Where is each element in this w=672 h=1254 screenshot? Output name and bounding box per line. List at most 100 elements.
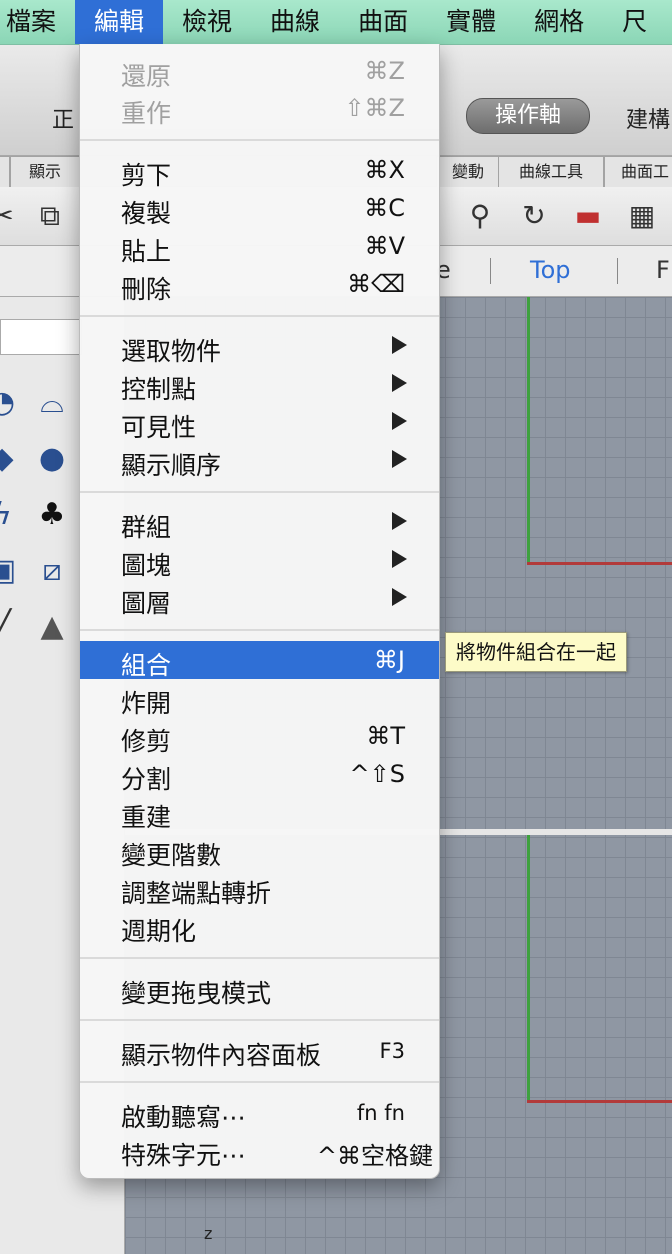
submenu-arrow-icon [392,588,407,606]
menu-item-shortcut: ⌘V [364,232,405,260]
menu-item-display-order[interactable]: 顯示順序 [80,441,439,480]
menu-dimension[interactable]: 尺 [603,0,666,44]
menu-edit[interactable]: 編輯 [75,0,164,44]
viewport-separator [490,258,491,284]
menu-item-shortcut: ⌘X [364,156,405,184]
menu-separator [80,491,439,493]
menu-item-undo[interactable]: 還原 ⌘Z [80,52,439,91]
menu-item-redo[interactable]: 重作 ⇧⌘Z [80,89,439,128]
menu-item-label: 控制點 [121,375,197,404]
submenu-arrow-icon [392,450,407,468]
menu-item-shortcut: fn fn [356,1101,405,1125]
menu-item-control-points[interactable]: 控制點 [80,365,439,404]
menu-item-label: 顯示物件內容面板 [121,1041,322,1070]
tab-partial[interactable] [0,156,10,187]
menu-item-delete[interactable]: 刪除 ⌘⌫ [80,265,439,304]
menu-item-copy[interactable]: 複製 ⌘C [80,189,439,228]
transform-tool-icon[interactable]: ⧄ [30,551,74,591]
menu-item-join[interactable]: 組合 ⌘J [80,641,439,680]
curve-tool-icon[interactable]: ◔ [0,383,24,423]
menu-item-label: 重作 [121,99,172,128]
command-input[interactable] [0,319,82,355]
zoom-selected-icon[interactable]: ⚲ [460,197,500,235]
menu-mesh[interactable]: 網格 [515,0,603,44]
tab-surface-tools[interactable]: 曲面工 [604,156,672,187]
menu-item-select-objects[interactable]: 選取物件 [80,327,439,366]
sphere-tool-icon[interactable]: ● [30,439,74,479]
menu-item-label: 啟動聽寫⋯ [121,1103,247,1132]
menu-item-drag-mode[interactable]: 變更拖曳模式 [80,969,439,1008]
tab-transform[interactable]: 變動 [436,156,500,187]
menu-item-group[interactable]: 群組 [80,503,439,542]
car-icon[interactable]: ▬ [568,197,608,235]
gumball-button[interactable]: 操作軸 [466,98,590,134]
menu-item-shortcut: ^⇧S [349,760,405,788]
menu-item-properties-panel[interactable]: 顯示物件內容面板 F3 [80,1031,439,1070]
menu-item-change-degree[interactable]: 變更階數 [80,831,439,870]
menu-item-shortcut: ^⌘空格鍵 [316,1142,433,1170]
edit-menu: 還原 ⌘Z 重作 ⇧⌘Z 剪下 ⌘X 複製 ⌘C 貼上 ⌘V 刪除 ⌘⌫ 選取物… [79,44,440,1179]
menu-item-label: 修剪 [121,727,172,756]
menu-item-label: 炸開 [121,689,172,718]
bolt-tool-icon[interactable]: ϟ [0,495,24,535]
join-tooltip: 將物件組合在一起 [445,632,627,672]
menu-item-label: 特殊字元⋯ [121,1141,247,1170]
polyline-tool-icon[interactable]: ⌓ [30,383,74,423]
menu-curve[interactable]: 曲線 [251,0,339,44]
menu-item-explode[interactable]: 炸開 [80,679,439,718]
menu-separator [80,629,439,631]
toolbar-left-label[interactable]: 正 [52,102,74,134]
tab-curve-tools[interactable]: 曲線工具 [498,156,604,187]
menu-item-label: 圖塊 [121,551,172,580]
menu-item-label: 可見性 [121,413,197,442]
x-axis-line [527,562,672,565]
boolean-tool-icon[interactable]: ♣ [30,495,74,535]
tab-display[interactable]: 顯示 [10,156,80,187]
submenu-arrow-icon [392,374,407,392]
menu-item-rebuild[interactable]: 重建 [80,793,439,832]
menu-item-layers[interactable]: 圖層 [80,579,439,618]
menu-item-label: 刪除 [121,275,172,304]
menu-item-label: 週期化 [121,917,197,946]
menu-item-split[interactable]: 分割 ^⇧S [80,755,439,794]
box-tool-icon[interactable]: ◆ [0,439,24,479]
viewport-tab-top[interactable]: Top [530,256,571,284]
submenu-arrow-icon [392,336,407,354]
cone-tool-icon[interactable]: ▲ [30,607,74,647]
viewport-tab-front[interactable]: F [656,256,670,284]
construction-label[interactable]: 建構 [626,102,670,134]
menu-file[interactable]: 檔案 [0,0,75,44]
menu-item-label: 還原 [121,62,172,91]
menu-item-label: 變更拖曳模式 [121,979,272,1008]
menu-item-trim[interactable]: 修剪 ⌘T [80,717,439,756]
array-tool-icon[interactable]: ▣ [0,551,24,591]
menu-item-shortcut: ⌘C [364,194,405,222]
menu-item-make-periodic[interactable]: 週期化 [80,907,439,946]
menu-item-adjust-end-bulge[interactable]: 調整端點轉折 [80,869,439,908]
menu-item-cut[interactable]: 剪下 ⌘X [80,151,439,190]
menu-item-label: 調整端點轉折 [121,879,272,908]
cut-icon[interactable]: ✂ [0,197,22,235]
menu-item-shortcut: ⌘⌫ [347,270,405,298]
line-tool-icon[interactable]: ╱ [0,607,24,647]
menu-item-special-characters[interactable]: 特殊字元⋯ ^⌘空格鍵 [80,1131,439,1170]
menu-item-shortcut: F3 [379,1039,405,1063]
grid-snap-icon[interactable]: ▦ [622,197,662,235]
menu-separator [80,1081,439,1083]
rotate-view-icon[interactable]: ↻ [514,197,554,235]
menu-item-label: 變更階數 [121,841,222,870]
menu-surface[interactable]: 曲面 [339,0,427,44]
menu-item-label: 圖層 [121,589,172,618]
copy-icon[interactable]: ⧉ [30,197,70,235]
menu-solid[interactable]: 實體 [427,0,515,44]
menu-item-visibility[interactable]: 可見性 [80,403,439,442]
menu-item-label: 分割 [121,765,172,794]
menu-view[interactable]: 檢視 [163,0,251,44]
menu-item-paste[interactable]: 貼上 ⌘V [80,227,439,266]
submenu-arrow-icon [392,412,407,430]
menu-item-shortcut: ⇧⌘Z [344,94,405,122]
menu-item-start-dictation[interactable]: 啟動聽寫⋯ fn fn [80,1093,439,1132]
menu-item-label: 複製 [121,199,172,228]
menu-item-blocks[interactable]: 圖塊 [80,541,439,580]
menu-item-shortcut: ⌘T [366,722,405,750]
